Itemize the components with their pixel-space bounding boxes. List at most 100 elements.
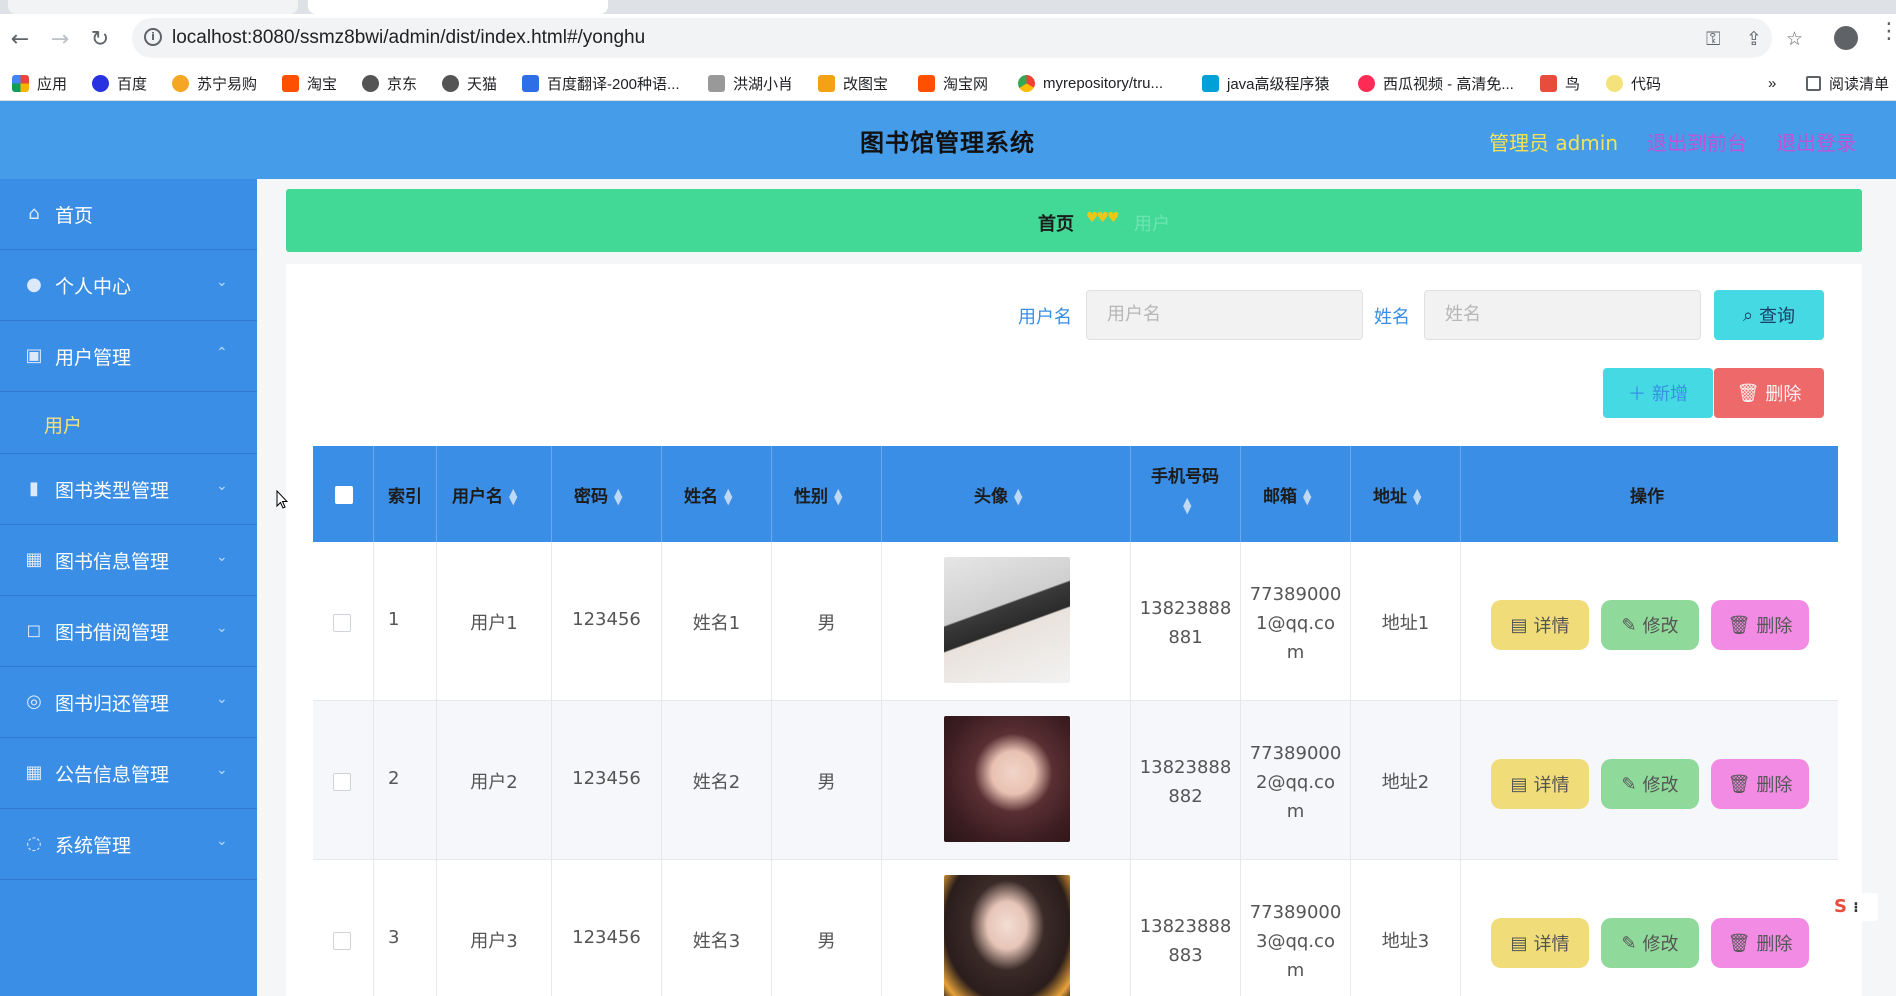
detail-button[interactable]: ▤ 详情 xyxy=(1491,759,1589,809)
bookmark-item[interactable]: java高级程序猿 xyxy=(1202,72,1330,94)
avatar-image[interactable] xyxy=(944,875,1070,996)
site-info-icon[interactable]: i xyxy=(144,28,162,46)
admin-label: 管理员 admin xyxy=(1489,131,1619,155)
name-search-label: 姓名 xyxy=(1374,307,1410,328)
detail-button[interactable]: ▤ 详情 xyxy=(1491,600,1589,650)
suning-icon xyxy=(172,74,189,92)
th-email[interactable]: 邮箱 ▲ ▼ xyxy=(1241,446,1351,542)
breadcrumb-home[interactable]: 首页 xyxy=(1038,210,1074,236)
bookmark-item[interactable]: 改图宝 xyxy=(818,72,888,94)
omnibox[interactable]: i localhost:8080/ssmz8bwi/admin/dist/ind… xyxy=(132,18,1772,58)
th-address[interactable]: 地址 ▲ ▼ xyxy=(1351,446,1461,542)
cell-value: 用户3 xyxy=(470,931,518,952)
sidebar-subitem-user[interactable]: 用户 xyxy=(0,392,257,454)
avatar-image[interactable] xyxy=(944,716,1070,842)
bookmark-item[interactable]: 淘宝 xyxy=(282,72,337,94)
name-search-input[interactable]: 姓名 xyxy=(1424,290,1701,340)
star-icon[interactable]: ☆ xyxy=(1786,28,1803,50)
sort-icon[interactable]: ▲ ▼ xyxy=(1303,487,1311,506)
bookmark-item[interactable]: 京东 xyxy=(362,72,417,94)
bookmark-item[interactable]: 天猫 xyxy=(442,72,497,94)
bookmark-item[interactable]: 代码 xyxy=(1606,72,1661,94)
batch-delete-button[interactable]: 🗑 删除 xyxy=(1714,368,1824,418)
sort-icon[interactable]: ▲ ▼ xyxy=(834,487,842,506)
th-username[interactable]: 用户名 ▲ ▼ xyxy=(437,446,552,542)
back-icon[interactable]: ← xyxy=(8,28,32,52)
bookmark-item[interactable]: 淘宝网 xyxy=(918,72,988,94)
bookmark-item[interactable]: 西瓜视频 - 高清免... xyxy=(1358,72,1514,94)
browser-menu-icon[interactable]: ⋮ xyxy=(1878,21,1896,43)
cell-gender: 男 xyxy=(772,860,882,996)
bookmark-item[interactable]: 百度 xyxy=(92,72,147,94)
bookmark-item[interactable]: 苏宁易购 xyxy=(172,72,257,94)
sidebar-item-home[interactable]: ⌂ 首页 xyxy=(0,179,257,250)
bookmark-item[interactable]: myrepository/tru... xyxy=(1018,72,1163,94)
sidebar-item-user-management[interactable]: ▣ 用户管理 ⌃ xyxy=(0,321,257,392)
th-gender[interactable]: 性别 ▲ ▼ xyxy=(772,446,882,542)
delete-button[interactable]: 🗑 删除 xyxy=(1711,918,1809,968)
browser-tab-active[interactable] xyxy=(308,0,608,14)
logout-link[interactable]: 退出登录 xyxy=(1776,127,1856,156)
th-phone[interactable]: 手机号码 ▲ ▼ xyxy=(1131,446,1241,542)
row-checkbox[interactable] xyxy=(333,773,351,791)
query-button[interactable]: ⌕ 查询 xyxy=(1714,290,1824,340)
forward-icon[interactable]: → xyxy=(48,28,72,52)
bookmark-apps[interactable]: 应用 xyxy=(12,72,67,94)
detail-button[interactable]: ▤ 详情 xyxy=(1491,918,1589,968)
sidebar-item-announcements[interactable]: ▦ 公告信息管理 ⌄ xyxy=(0,738,257,809)
edit-button[interactable]: ✎ 修改 xyxy=(1601,759,1699,809)
trash-icon: 🗑 xyxy=(1727,614,1751,636)
delete-button[interactable]: 🗑 删除 xyxy=(1711,600,1809,650)
edit-icon: ✎ xyxy=(1621,932,1637,954)
sidebar-item-system[interactable]: ◌ 系统管理 ⌄ xyxy=(0,809,257,880)
edit-icon: ✎ xyxy=(1621,773,1637,795)
ime-status-icon[interactable]: S ⁝ xyxy=(1828,893,1878,921)
sidebar-item-book-info[interactable]: ▦ 图书信息管理 ⌄ xyxy=(0,525,257,596)
th-label: 索引 xyxy=(388,487,422,507)
sidebar-item-book-types[interactable]: ▮ 图书类型管理 ⌄ xyxy=(0,454,257,525)
row-checkbox[interactable] xyxy=(333,932,351,950)
cell-value: 13823888 xyxy=(1139,916,1232,937)
sort-icon[interactable]: ▲ ▼ xyxy=(1183,496,1191,515)
add-button[interactable]: ＋ 新增 xyxy=(1603,368,1713,418)
cell-value: 123456 xyxy=(572,609,641,630)
avatar-image[interactable] xyxy=(944,557,1070,683)
delete-button[interactable]: 🗑 删除 xyxy=(1711,759,1809,809)
share-icon[interactable]: ⇪ xyxy=(1746,28,1762,50)
sort-icon[interactable]: ▲ ▼ xyxy=(724,487,732,506)
sort-icon[interactable]: ▲ ▼ xyxy=(1413,487,1421,506)
sort-icon[interactable]: ▲ ▼ xyxy=(614,487,622,506)
sidebar-item-book-borrow[interactable]: ◻ 图书借阅管理 ⌄ xyxy=(0,596,257,667)
username-search-input[interactable]: 用户名 xyxy=(1086,290,1363,340)
key-icon[interactable]: ⚿ xyxy=(1706,28,1720,50)
bookmark-label: 淘宝网 xyxy=(943,75,989,93)
th-name[interactable]: 姓名 ▲ ▼ xyxy=(662,446,772,542)
taobao-icon xyxy=(282,74,299,92)
cell-address: 地址1 xyxy=(1351,542,1461,701)
th-avatar[interactable]: 头像 ▲ ▼ xyxy=(882,446,1131,542)
sort-icon[interactable]: ▲ ▼ xyxy=(509,487,517,506)
browser-tab[interactable] xyxy=(8,0,298,14)
sidebar-item-personal-center[interactable]: ● 个人中心 ⌄ xyxy=(0,250,257,321)
bookmark-item[interactable]: 洪湖小肖 xyxy=(708,72,793,94)
cell-index: 3 xyxy=(374,860,437,996)
microphone-icon: ◎ xyxy=(26,691,42,712)
bookmark-item[interactable]: 鸟 xyxy=(1540,72,1580,94)
cell-value: 地址1 xyxy=(1381,613,1430,634)
th-password[interactable]: 密码 ▲ ▼ xyxy=(552,446,662,542)
sidebar-item-label: 图书类型管理 xyxy=(55,480,170,502)
reading-list[interactable]: 阅读清单 xyxy=(1806,72,1889,94)
back-to-front-link[interactable]: 退出到前台 xyxy=(1647,127,1747,156)
bookmarks-more-icon[interactable]: » xyxy=(1768,72,1776,94)
row-checkbox[interactable] xyxy=(333,614,351,632)
reload-icon[interactable]: ↻ xyxy=(88,28,112,52)
sidebar-item-book-return[interactable]: ◎ 图书归还管理 ⌄ xyxy=(0,667,257,738)
edit-button[interactable]: ✎ 修改 xyxy=(1601,600,1699,650)
url-text[interactable]: localhost:8080/ssmz8bwi/admin/dist/index… xyxy=(172,27,645,49)
table-row: 3 用户3 123456 姓名3 男 13823888 883 77389000 3… xyxy=(313,860,1838,996)
select-all-checkbox[interactable] xyxy=(335,486,353,504)
profile-avatar-icon[interactable] xyxy=(1834,26,1858,50)
bookmark-item[interactable]: 百度翻译-200种语... xyxy=(522,72,680,94)
sort-icon[interactable]: ▲ ▼ xyxy=(1014,487,1022,506)
edit-button[interactable]: ✎ 修改 xyxy=(1601,918,1699,968)
